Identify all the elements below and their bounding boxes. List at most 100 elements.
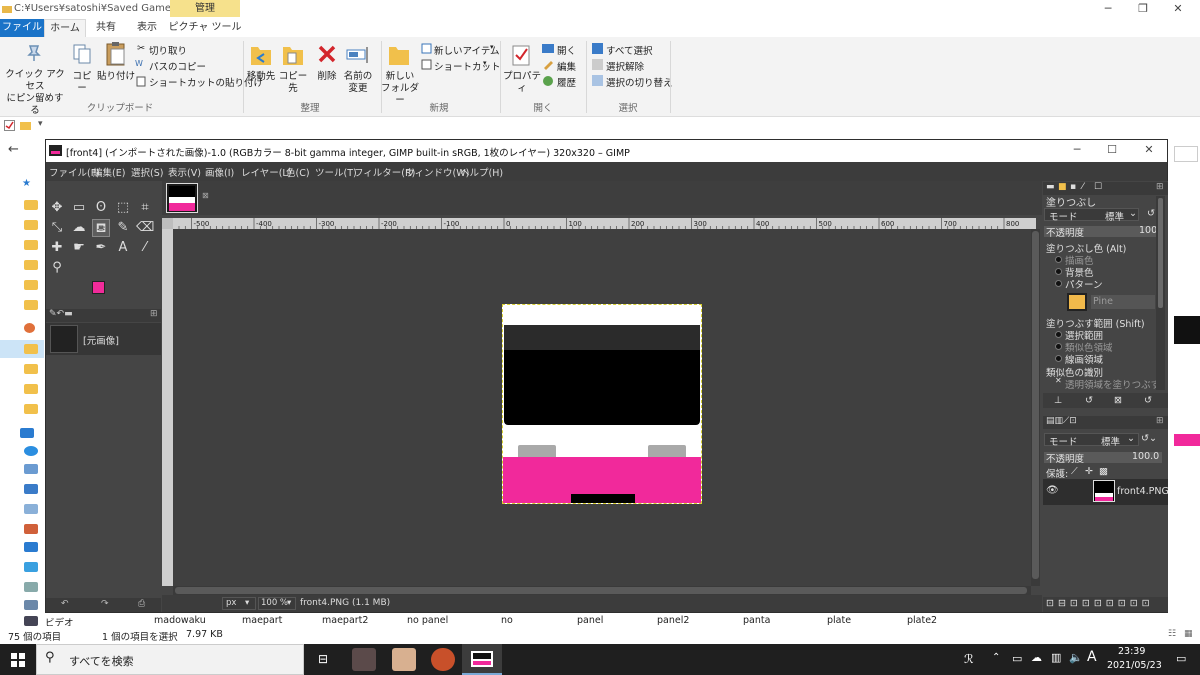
option-line-art[interactable]: 線画領域 [1065, 352, 1103, 366]
fonts-tab-icon[interactable]: ⁄ [1082, 182, 1084, 192]
vertical-scrollbar[interactable] [1031, 229, 1040, 586]
chevron-up-icon[interactable]: ⌃ [992, 652, 1000, 663]
pin-quick-access-button[interactable]: クイック アクセス にピン留めする [4, 69, 66, 117]
explorer-maximize-button[interactable]: ❐ [1128, 2, 1158, 18]
menu-layer[interactable]: レイヤー(L) [241, 165, 291, 179]
fuzzy-select-icon[interactable]: ⬚ [114, 199, 132, 217]
panel-menu-icon[interactable]: ⊞ [150, 309, 158, 319]
zoom-icon[interactable]: ⚲ [48, 259, 66, 277]
star-icon[interactable]: ★ [22, 178, 31, 189]
copy-button[interactable]: コピー [68, 71, 96, 95]
explorer-close-button[interactable]: ✕ [1163, 2, 1193, 18]
lock-alpha-icon[interactable]: ▩ [1099, 466, 1108, 477]
horizontal-scrollbar[interactable] [173, 586, 1031, 595]
save-options-icon[interactable]: ⊥ [1054, 395, 1062, 406]
battery-icon[interactable]: ▭ [1012, 652, 1022, 665]
menu-edit[interactable]: 編集(E) [93, 165, 125, 179]
unified-transform-icon[interactable]: ⤡ [48, 219, 66, 237]
smudge-icon[interactable]: ☛ [70, 239, 88, 257]
fill-opacity-slider[interactable]: 不透明度 100 [1044, 225, 1157, 239]
properties-small-icon[interactable] [4, 120, 15, 131]
dock-menu-icon[interactable]: ⊞ [1156, 182, 1164, 192]
tab-file[interactable]: ファイル [0, 19, 44, 38]
file-item[interactable]: no panel [407, 615, 448, 626]
taskbar-app-1[interactable] [352, 648, 376, 671]
fill-transparent-option[interactable]: 透明領域を塗りつぶす [1065, 377, 1160, 391]
layer-row[interactable]: 👁 front4.PNG [1043, 479, 1169, 505]
zoom-select[interactable]: 100 % ▾ [258, 597, 296, 610]
menu-help[interactable]: ヘルプ(H) [460, 165, 503, 179]
taskbar-gimp-app[interactable] [462, 644, 502, 675]
document-tab-icon[interactable]: ☐ [1094, 182, 1102, 192]
checkbox-icon[interactable]: ✕ [1055, 376, 1062, 385]
print-icon[interactable]: ⎙ [138, 599, 145, 609]
windows-start-icon[interactable] [11, 653, 25, 667]
network-icon[interactable]: ▥ [1051, 651, 1061, 664]
images-tab-icon[interactable]: ✎↶▬ [49, 309, 73, 319]
tab-share[interactable]: 共有 [86, 19, 126, 38]
menu-view[interactable]: 表示(V) [168, 165, 201, 179]
select-all-button[interactable]: すべて選択 [606, 43, 652, 57]
file-item[interactable]: panel2 [657, 615, 689, 626]
image-canvas[interactable] [502, 304, 702, 504]
thumbnail-view-icon[interactable]: ▦ [1184, 629, 1193, 639]
option-pattern[interactable]: パターン [1065, 277, 1103, 291]
back-arrow-icon[interactable]: ← [8, 142, 19, 157]
volume-icon[interactable]: 🔈 [1069, 651, 1083, 664]
tool-options-scrollbar[interactable] [1156, 196, 1165, 390]
tab-view[interactable]: 表示 [126, 19, 168, 38]
reset-options-icon[interactable]: ↺ [1144, 395, 1152, 406]
clock-time[interactable]: 23:39 [1118, 646, 1145, 657]
patterns-tab-icon[interactable]: ▪ [1070, 182, 1076, 192]
ime-indicator[interactable]: A [1087, 649, 1097, 665]
rename-button[interactable]: 名前の 変更 [340, 71, 376, 95]
pattern-swatch[interactable] [1067, 293, 1087, 311]
unit-select[interactable]: px ▾ [222, 597, 256, 610]
restore-options-icon[interactable]: ↺ [1085, 395, 1093, 406]
gimp-close-button[interactable]: ✕ [1134, 143, 1164, 159]
delete-options-icon[interactable]: ⊠ [1114, 395, 1122, 406]
history-button[interactable]: 履歴 [557, 75, 576, 89]
heal-icon[interactable]: ✚ [48, 239, 66, 257]
image-canvas-area[interactable] [173, 229, 1031, 586]
taskbar-app-3[interactable] [431, 648, 455, 671]
explorer-minimize-button[interactable]: ─ [1093, 2, 1123, 18]
pattern-name-field[interactable]: Pine [1091, 295, 1155, 309]
color-picker-icon[interactable]: ⁄ [136, 239, 154, 257]
file-item[interactable]: panel [577, 615, 603, 626]
open-button[interactable]: 開く [557, 43, 576, 57]
radio-pattern[interactable] [1055, 280, 1062, 287]
radio-selection[interactable] [1055, 331, 1062, 338]
foreground-color-swatch[interactable] [92, 281, 105, 294]
menu-image[interactable]: 画像(I) [205, 165, 234, 179]
customize-toolbar-icon[interactable]: ▾ [38, 119, 43, 129]
menu-color[interactable]: 色(C) [286, 165, 310, 179]
layer-composite-icon[interactable]: ↺⌄ [1141, 433, 1157, 444]
file-item[interactable]: plate [827, 615, 851, 626]
task-view-icon[interactable]: ⊟ [318, 652, 328, 666]
gimp-minimize-button[interactable]: ─ [1062, 143, 1092, 159]
file-item[interactable]: no [501, 615, 513, 626]
radio-fg[interactable] [1055, 256, 1062, 263]
edit-button[interactable]: 編集 [557, 59, 576, 73]
radio-bg[interactable] [1055, 268, 1062, 275]
invert-selection-button[interactable]: 選択の切り替え [606, 75, 673, 89]
layers-tab-icon[interactable]: ▤▥⟋⊡ [1046, 416, 1077, 426]
move-tool-icon[interactable]: ✥ [48, 199, 66, 217]
radio-similar[interactable] [1055, 343, 1062, 350]
ruler-corner[interactable] [162, 218, 173, 229]
paste-button[interactable]: 貼り付け [96, 71, 136, 83]
tab-picture-tools[interactable]: ピクチャ ツール [168, 19, 242, 38]
layer-actions-icons[interactable]: ⊡⊟⊡⊡⊡⊡⊡⊡⊡ [1046, 598, 1154, 609]
undo-icon[interactable]: ↶ [61, 599, 69, 609]
cut-button[interactable]: 切り取り [149, 43, 187, 57]
file-item[interactable]: maepart2 [322, 615, 368, 626]
rect-select-icon[interactable]: ▭ [70, 199, 88, 217]
shortcut-button[interactable]: ショートカット [434, 59, 501, 73]
properties-button[interactable]: プロパティ [502, 71, 542, 95]
bucket-fill-icon[interactable]: ⛾ [92, 219, 110, 237]
gimp-maximize-button[interactable]: ☐ [1097, 143, 1127, 159]
fill-mode-select[interactable]: モード 標準 ⌄ [1044, 208, 1139, 223]
paths-icon[interactable]: ✒ [92, 239, 110, 257]
file-item[interactable]: maepart [242, 615, 282, 626]
